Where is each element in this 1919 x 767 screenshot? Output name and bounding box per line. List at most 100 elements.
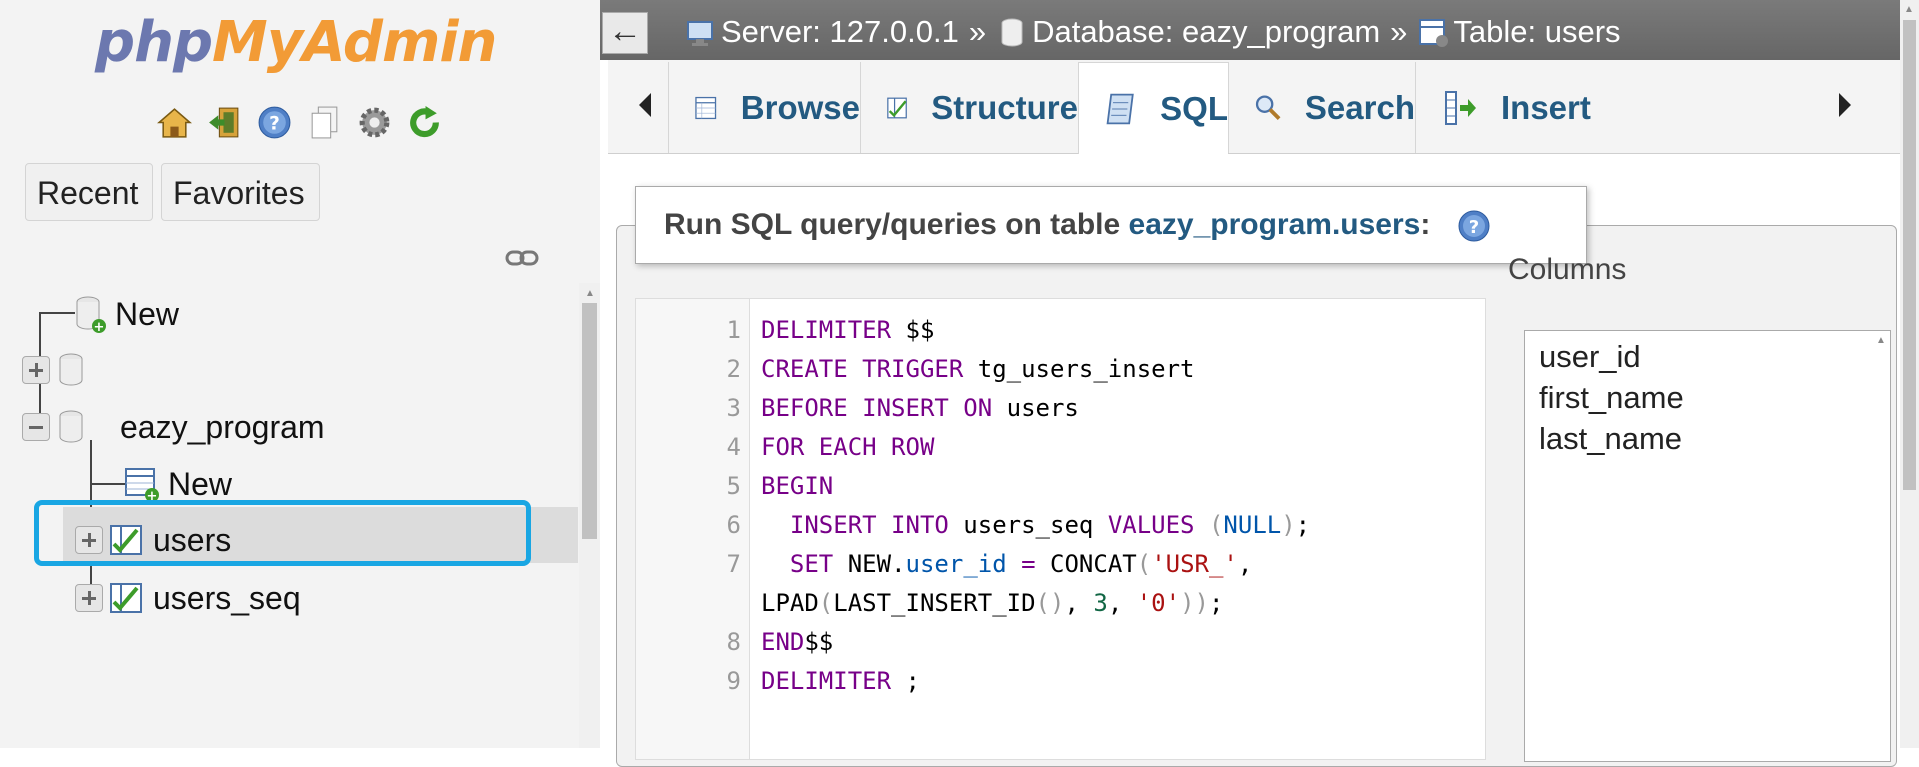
tab-browse[interactable]: Browse xyxy=(668,62,860,153)
tab-search[interactable]: Search xyxy=(1228,62,1415,153)
main-content: ← Server: 127.0.0.1 » Database: eazy_pro… xyxy=(600,0,1919,767)
database-new-icon: + xyxy=(76,296,106,334)
link-icon[interactable] xyxy=(505,248,539,268)
back-button[interactable]: ← xyxy=(602,12,648,54)
selection-highlight xyxy=(34,500,531,566)
tree-item-eazy-program[interactable]: eazy_program xyxy=(22,405,325,449)
breadcrumb-separator: » xyxy=(1390,14,1408,49)
browse-icon xyxy=(695,96,717,119)
expand-icon[interactable] xyxy=(75,584,103,612)
code-line: INSERT INTO users_seq VALUES (NULL); xyxy=(789,511,1311,539)
line-number: 2 xyxy=(726,355,741,383)
breadcrumb-server[interactable]: Server: 127.0.0.1 xyxy=(721,14,959,50)
line-number: 4 xyxy=(726,433,741,461)
logout-icon[interactable] xyxy=(206,104,243,141)
nav-icon-bar: ? xyxy=(156,104,443,140)
tree-item-unnamed-database[interactable] xyxy=(22,348,86,392)
column-option[interactable]: last_name xyxy=(1539,421,1682,457)
breadcrumb-bar: ← Server: 127.0.0.1 » Database: eazy_pro… xyxy=(600,0,1900,60)
help-icon[interactable]: ? xyxy=(256,104,293,141)
database-icon xyxy=(1001,18,1023,47)
tab-bar: Browse Structure SQL Search Insert xyxy=(608,60,1900,154)
tab-structure[interactable]: Structure xyxy=(860,62,1078,153)
tab-label: Insert xyxy=(1501,88,1591,126)
reload-icon[interactable] xyxy=(406,104,443,141)
scroll-up-arrow-icon[interactable]: ▲ xyxy=(585,288,595,299)
server-icon xyxy=(687,21,713,46)
code-line: LPAD(LAST_INSERT_ID(), 3, '0')); xyxy=(761,589,1224,617)
code-line: DELIMITER ; xyxy=(761,667,920,695)
docs-icon[interactable] xyxy=(306,104,343,141)
tab-label: Browse xyxy=(740,88,860,126)
tree-item-label: users_seq xyxy=(153,579,301,616)
search-icon xyxy=(1255,94,1281,120)
columns-scrollbar[interactable]: ▲ xyxy=(1872,331,1890,761)
column-option[interactable]: user_id xyxy=(1539,339,1641,375)
code-line: DELIMITER $$ xyxy=(761,316,935,344)
line-number: 7 xyxy=(726,550,741,578)
tree-line xyxy=(39,312,75,314)
favorites-button[interactable]: Favorites xyxy=(161,163,320,221)
settings-icon[interactable] xyxy=(356,104,393,141)
line-number-gutter: 1 2 3 4 5 6 7 8 9 xyxy=(636,299,750,759)
scrollbar-thumb[interactable] xyxy=(582,303,597,539)
columns-label: Columns xyxy=(1508,253,1627,286)
tree-item-label: New xyxy=(168,465,233,502)
expand-icon[interactable] xyxy=(22,356,50,384)
code-line: SET NEW.user_id = CONCAT('USR_', xyxy=(789,550,1253,578)
svg-text:?: ? xyxy=(269,114,280,135)
scroll-up-arrow-icon[interactable]: ▲ xyxy=(1904,4,1914,15)
navigation-panel: phpMyAdmin ? Recent Favorites + New eazy… xyxy=(0,0,600,748)
sql-icon xyxy=(1106,93,1134,124)
scroll-up-arrow-icon[interactable]: ▲ xyxy=(1876,335,1886,346)
collapse-icon[interactable] xyxy=(22,413,50,441)
line-number: 6 xyxy=(726,511,741,539)
code-line: BEFORE INSERT ON users xyxy=(761,394,1079,422)
help-icon[interactable]: ? xyxy=(1457,209,1491,243)
main-scrollbar[interactable]: ▲ xyxy=(1900,0,1919,748)
database-icon xyxy=(59,410,83,443)
code-line: CREATE TRIGGER tg_users_insert xyxy=(761,355,1195,383)
tab-scroll-left-icon[interactable] xyxy=(636,90,654,120)
breadcrumb: Server: 127.0.0.1 » Database: eazy_progr… xyxy=(685,14,1621,50)
line-number: 9 xyxy=(726,667,741,695)
tab-label: SQL xyxy=(1160,89,1228,127)
line-number: 5 xyxy=(726,472,741,500)
code-line: END$$ xyxy=(761,628,834,656)
tree-item-table-users-seq[interactable]: users_seq xyxy=(75,576,301,620)
table-new-icon: + xyxy=(125,468,159,503)
columns-list[interactable]: user_id first_name last_name ▲ xyxy=(1524,330,1891,762)
breadcrumb-table[interactable]: Table: users xyxy=(1453,14,1620,50)
svg-text:?: ? xyxy=(1468,217,1478,238)
svg-text:+: + xyxy=(94,320,105,334)
code-line: FOR EACH ROW xyxy=(761,433,935,461)
navigation-scrollbar[interactable]: ▲ xyxy=(579,283,600,748)
database-icon xyxy=(59,353,83,386)
insert-icon xyxy=(1445,90,1476,125)
tree-item-new-database[interactable]: + New xyxy=(73,292,179,336)
tab-insert[interactable]: Insert xyxy=(1415,62,1595,153)
scrollbar-thumb[interactable] xyxy=(1903,20,1916,490)
tab-scroll-right-icon[interactable] xyxy=(1836,90,1854,120)
table-icon xyxy=(110,583,142,613)
sql-query-editor[interactable]: 1 2 3 4 5 6 7 8 9 DELIMITER $$ CREATE TR… xyxy=(635,298,1486,760)
phpmyadmin-logo[interactable]: phpMyAdmin xyxy=(95,8,497,78)
tree-item-label: eazy_program xyxy=(120,408,325,445)
tree-line xyxy=(90,483,126,485)
breadcrumb-separator: » xyxy=(968,14,987,49)
tab-sql[interactable]: SQL xyxy=(1078,62,1228,154)
tab-label: Structure xyxy=(931,88,1078,126)
home-icon[interactable] xyxy=(156,104,193,141)
legend-table-name: eazy_program.users xyxy=(1128,208,1421,241)
structure-icon xyxy=(887,97,907,118)
table-icon xyxy=(1419,19,1449,47)
tree-item-label: New xyxy=(115,295,180,332)
tab-label: Search xyxy=(1304,88,1415,126)
breadcrumb-database[interactable]: Database: eazy_program xyxy=(1032,14,1380,50)
line-number: 1 xyxy=(726,316,741,344)
column-option[interactable]: first_name xyxy=(1539,380,1684,416)
line-number: 8 xyxy=(726,628,741,656)
line-number: 3 xyxy=(726,394,741,422)
code-line: BEGIN xyxy=(761,472,834,500)
recent-button[interactable]: Recent xyxy=(25,163,153,221)
